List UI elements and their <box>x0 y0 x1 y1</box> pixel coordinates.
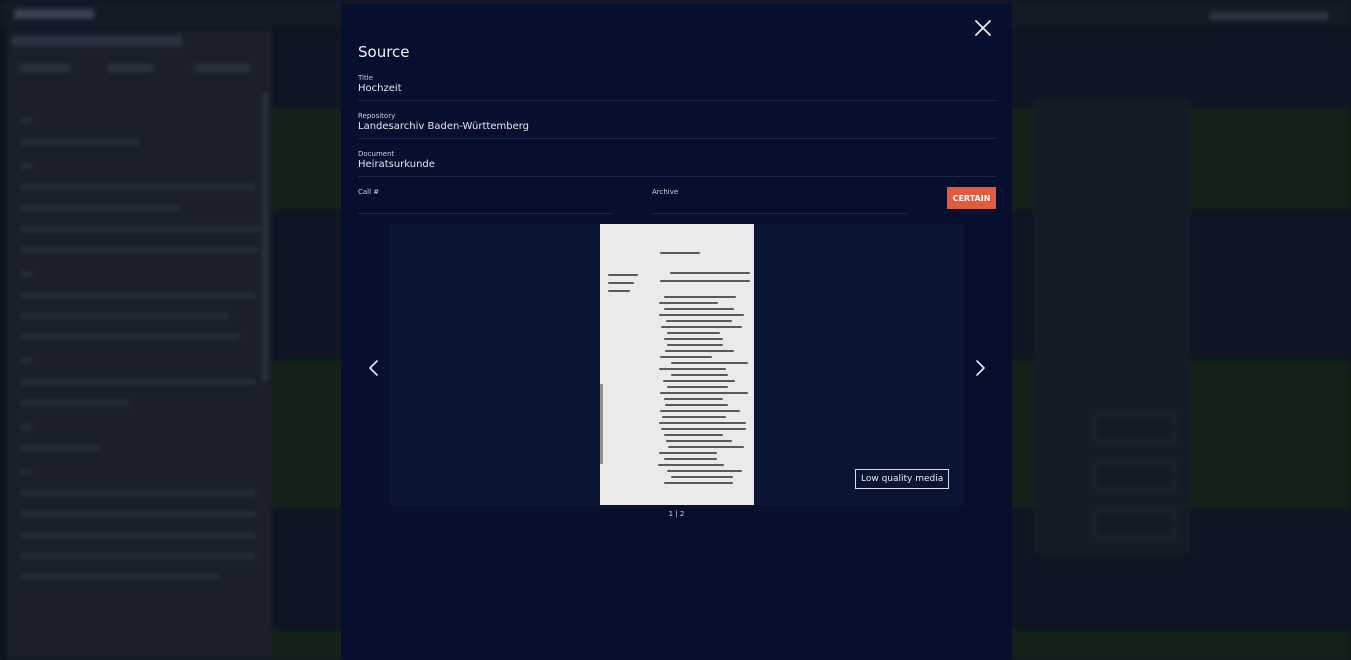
repository-field[interactable]: Repository Landesarchiv Baden-Württember… <box>358 112 996 139</box>
repository-label: Repository <box>358 112 396 120</box>
modal-title: Source <box>358 43 410 61</box>
close-icon <box>975 20 991 36</box>
archive-label: Archive <box>652 188 679 196</box>
media-pager: 1 | 2 <box>668 510 685 518</box>
background-user-menu <box>1209 12 1329 20</box>
background-logo <box>14 9 94 19</box>
chevron-left-icon <box>369 360 378 376</box>
certainty-button[interactable]: CERTAIN <box>947 187 996 209</box>
document-image[interactable] <box>600 224 754 505</box>
call-number-label: Call # <box>358 188 380 196</box>
media-viewer: Low quality media <box>390 224 964 506</box>
document-field[interactable]: Document Heiratsurkunde <box>358 150 996 177</box>
title-value: Hochzeit <box>358 83 402 94</box>
background-sidebar-tabs <box>20 64 250 72</box>
repository-value: Landesarchiv Baden-Württemberg <box>358 121 530 132</box>
low-quality-badge: Low quality media <box>855 469 950 489</box>
title-field[interactable]: Title Hochzeit <box>358 74 996 101</box>
document-value: Heiratsurkunde <box>358 159 435 170</box>
archive-field[interactable]: Archive <box>652 188 907 214</box>
source-modal: Source Title Hochzeit Repository Landesa… <box>341 4 1012 660</box>
title-label: Title <box>358 74 374 82</box>
background-sidebar-header <box>12 36 182 46</box>
close-button[interactable] <box>971 16 995 40</box>
next-media-button[interactable] <box>971 358 989 378</box>
document-label: Document <box>358 150 395 158</box>
background-scrollbar <box>262 92 268 382</box>
call-number-field[interactable]: Call # <box>358 188 613 214</box>
chevron-right-icon <box>976 360 985 376</box>
background-source-list <box>14 100 264 580</box>
previous-media-button[interactable] <box>365 358 383 378</box>
